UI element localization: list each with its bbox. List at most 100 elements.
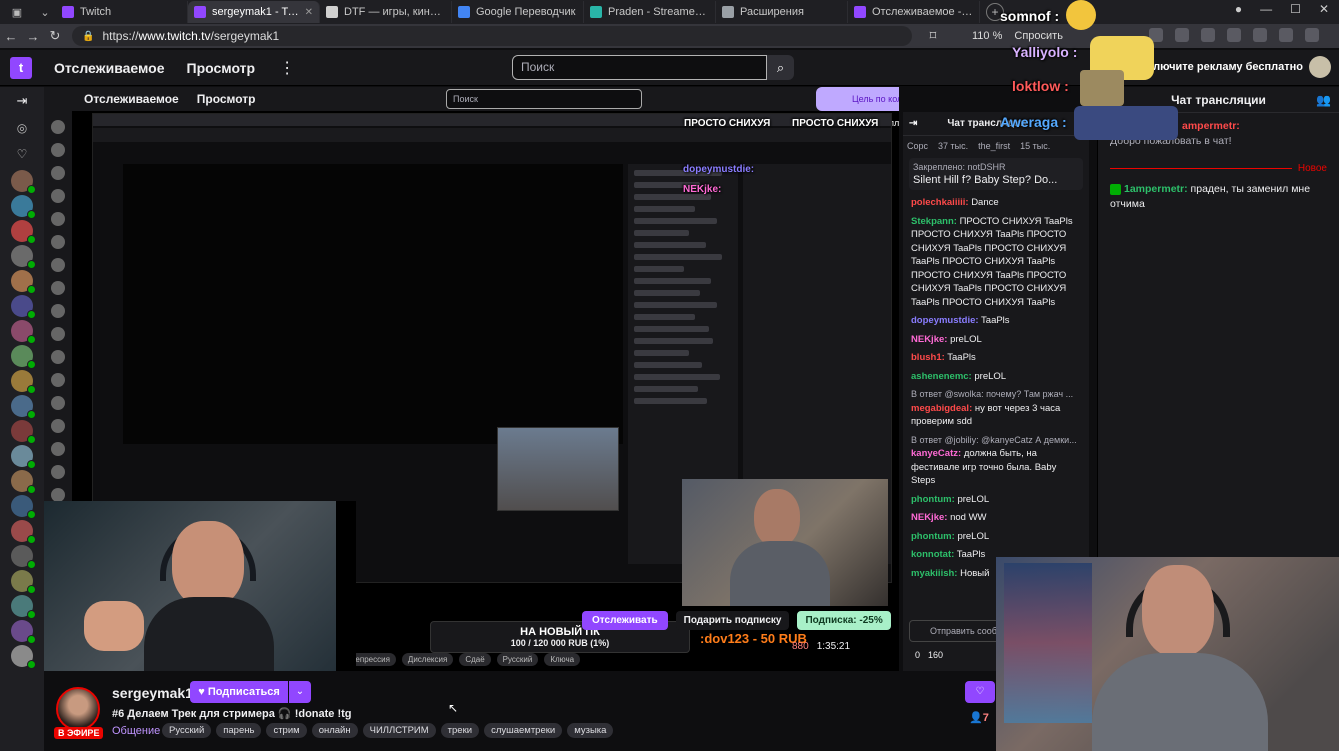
browser-tab[interactable]: Расширения	[716, 1, 848, 23]
followed-channel-avatar[interactable]	[11, 370, 36, 394]
followed-channel-avatar[interactable]	[11, 545, 36, 569]
stream-tag[interactable]: треки	[440, 723, 480, 738]
extension-icon[interactable]	[1279, 28, 1293, 42]
chat-text: TaaPls	[956, 549, 986, 560]
captured-chat-footer: 0 160	[915, 650, 943, 660]
followed-channel-avatar[interactable]	[11, 195, 36, 219]
follow-dropdown-chevron-icon[interactable]: ⌄	[289, 681, 311, 703]
follow-button[interactable]: ♥ Подписаться	[190, 681, 288, 703]
channel-name[interactable]: sergeymak1	[112, 685, 193, 701]
reload-icon[interactable]: ↻	[44, 28, 66, 44]
extension-icon[interactable]	[1227, 28, 1241, 42]
captured-chat-message: blush1: TaaPls	[911, 351, 1081, 365]
streamer-webcam-overlay	[996, 557, 1339, 751]
chat-username[interactable]: ampermetr:	[1182, 120, 1240, 132]
heart-icon[interactable]: ♡	[0, 141, 44, 167]
followed-channel-avatar[interactable]	[11, 220, 36, 244]
search-input[interactable]: Поиск	[512, 55, 767, 80]
followed-channel-avatar[interactable]	[11, 595, 36, 619]
chat-text: preLOL	[957, 493, 990, 505]
browser-tab[interactable]: sergeymak1 - Twitch ✕	[188, 1, 320, 23]
followed-channel-avatar[interactable]	[11, 395, 36, 419]
tab-list-chevron-icon[interactable]: ⌄	[34, 3, 56, 21]
followed-channel-avatar[interactable]	[11, 270, 36, 294]
followed-channel-avatar[interactable]	[11, 320, 36, 344]
screen-stats: 880 1:35:21	[792, 641, 850, 652]
chat-username[interactable]: 1ampermetr:	[1124, 183, 1188, 195]
maximize-button[interactable]: ☐	[1290, 2, 1301, 16]
captured-chat-tab: the_first	[978, 141, 1011, 151]
streamer-webcam-main	[44, 501, 336, 671]
chat-text: preLOL	[950, 333, 982, 345]
close-window-button[interactable]: ✕	[1319, 2, 1329, 16]
stream-tag[interactable]: ЧИЛЛСТРИМ	[362, 723, 436, 738]
chat-username: megabigdeal:	[911, 402, 973, 414]
stream-tag[interactable]: парень	[216, 723, 262, 738]
followed-channel-avatar[interactable]	[11, 445, 36, 469]
browser-tab[interactable]: Praden - Streamer Overvi	[584, 1, 716, 23]
browser-menu-icon[interactable]: ▣	[6, 3, 28, 21]
nav-following[interactable]: Отслеживаемое	[54, 60, 165, 76]
bookmark-icon[interactable]: ⌑	[922, 28, 944, 44]
chat-username: polechkaiiiii:	[911, 197, 969, 208]
nav-browse[interactable]: Просмотр	[187, 60, 256, 76]
followed-channel-avatar[interactable]	[11, 570, 36, 594]
channel-avatar[interactable]	[56, 687, 100, 731]
captured-chat-tab: 37 тыс.	[938, 141, 969, 151]
expand-sidebar-icon[interactable]: ⇥	[0, 87, 44, 115]
followed-channel-avatar[interactable]	[11, 620, 36, 644]
stream-tag[interactable]: онлайн	[311, 723, 358, 738]
browser-tab[interactable]: DTF — игры, кино, сериа	[320, 1, 452, 23]
zoom-level[interactable]: 110 %	[972, 30, 1002, 42]
followed-channel-avatar[interactable]	[11, 520, 36, 544]
nested-video	[123, 164, 623, 444]
screen-gift-sub-button: Подарить подписку	[675, 611, 790, 630]
tab-close-icon[interactable]: ✕	[305, 7, 313, 18]
chat-text: Dance	[971, 197, 999, 208]
followed-channel-avatar[interactable]	[11, 170, 36, 194]
chat-text: TaaPls	[947, 352, 976, 363]
forward-icon[interactable]: →	[22, 29, 44, 44]
followed-channel-avatar[interactable]	[11, 645, 36, 669]
gift-sub-button[interactable]: ♡	[965, 681, 995, 703]
profile-icon[interactable]: ●	[1235, 2, 1242, 16]
pinned-title: Silent Hill f? Baby Step? Do...	[913, 174, 1058, 186]
url-field[interactable]: 🔒 https://www.twitch.tv/sergeymak1	[72, 26, 912, 46]
followed-channel-avatar[interactable]	[11, 495, 36, 519]
stream-title: #6 Делаем Трек для стримера 🎧 !donate !t…	[112, 708, 352, 720]
stream-tag[interactable]: музыка	[567, 723, 614, 738]
points-value-2: 160	[928, 650, 944, 660]
chat-username: NEKjke:	[911, 333, 948, 345]
ask-button[interactable]: Спросить	[1014, 30, 1063, 42]
stream-category[interactable]: Общение	[112, 725, 160, 737]
followed-channel-avatar[interactable]	[11, 345, 36, 369]
extension-icon[interactable]	[1253, 28, 1267, 42]
extension-icon[interactable]	[1201, 28, 1215, 42]
video-player[interactable]: Отслеживаемое Просмотр Поиск Цель по кол…	[44, 87, 899, 671]
stream-tag[interactable]: слушаемтреки	[484, 723, 563, 738]
minimize-button[interactable]: —	[1260, 2, 1272, 16]
browser-tab[interactable]: Google Переводчик	[452, 1, 584, 23]
twitch-logo-icon[interactable]: t	[10, 56, 32, 79]
emote-icon	[1066, 0, 1096, 30]
extension-icon[interactable]	[1175, 28, 1189, 42]
profile-avatar[interactable]	[1309, 56, 1331, 78]
browser-tab[interactable]: Twitch	[56, 1, 188, 23]
community-icon[interactable]: 👥	[1316, 93, 1331, 107]
live-badge: В ЭФИРЕ	[54, 727, 104, 739]
stream-tag[interactable]: стрим	[266, 723, 307, 738]
extension-icon[interactable]	[1305, 28, 1319, 42]
back-icon[interactable]: ←	[0, 29, 22, 44]
recommended-icon[interactable]: ◎	[0, 115, 44, 141]
followed-channel-avatar[interactable]	[11, 295, 36, 319]
stream-tag[interactable]: Русский	[162, 723, 212, 738]
followed-channel-avatar[interactable]	[11, 420, 36, 444]
search-icon[interactable]: ⌕	[767, 55, 794, 80]
browser-tab[interactable]: Отслеживаемое - Twitch	[848, 1, 980, 23]
stream-title-extra: !donate !tg	[294, 708, 352, 720]
tab-favicon-icon	[854, 6, 866, 18]
followed-channel-avatar[interactable]	[11, 245, 36, 269]
turbo-promo[interactable]: ключите рекламу бесплатно	[1148, 61, 1303, 73]
followed-channel-avatar[interactable]	[11, 470, 36, 494]
more-menu-icon[interactable]: ⋮	[279, 58, 295, 78]
